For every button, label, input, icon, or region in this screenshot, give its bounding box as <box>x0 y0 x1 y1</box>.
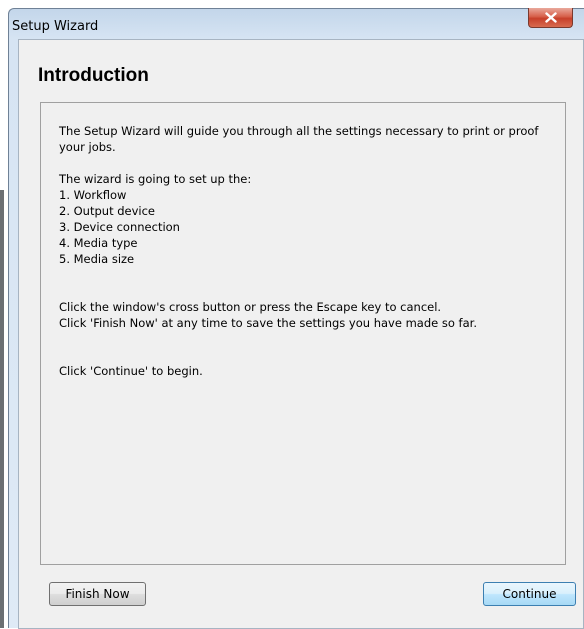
content-text: The Setup Wizard will guide you through … <box>59 123 555 379</box>
list-item: 4. Media type <box>59 236 138 250</box>
intro-text: The Setup Wizard will guide you through … <box>59 124 539 154</box>
finish-hint: Click 'Finish Now' at any time to save t… <box>59 316 477 330</box>
close-button[interactable] <box>528 8 573 28</box>
begin-hint: Click 'Continue' to begin. <box>59 364 203 378</box>
continue-button[interactable]: Continue <box>483 582 576 606</box>
title-bar[interactable]: Setup Wizard <box>9 8 584 39</box>
wizard-client-area: Introduction The Setup Wizard will guide… <box>18 39 584 629</box>
cancel-hint: Click the window's cross button or press… <box>59 300 442 314</box>
list-item: 1. Workflow <box>59 188 127 202</box>
page-title: Introduction <box>38 65 149 86</box>
setup-wizard-window: Setup Wizard Introduction The Setup Wiza… <box>8 8 584 629</box>
list-item: 5. Media size <box>59 252 135 266</box>
list-item: 3. Device connection <box>59 220 180 234</box>
content-panel: The Setup Wizard will guide you through … <box>40 102 566 565</box>
list-header: The wizard is going to set up the: <box>59 172 252 186</box>
finish-now-button[interactable]: Finish Now <box>49 582 146 606</box>
close-icon <box>544 12 557 23</box>
window-title: Setup Wizard <box>12 19 99 34</box>
background-window-edge <box>0 190 4 628</box>
list-item: 2. Output device <box>59 204 156 218</box>
